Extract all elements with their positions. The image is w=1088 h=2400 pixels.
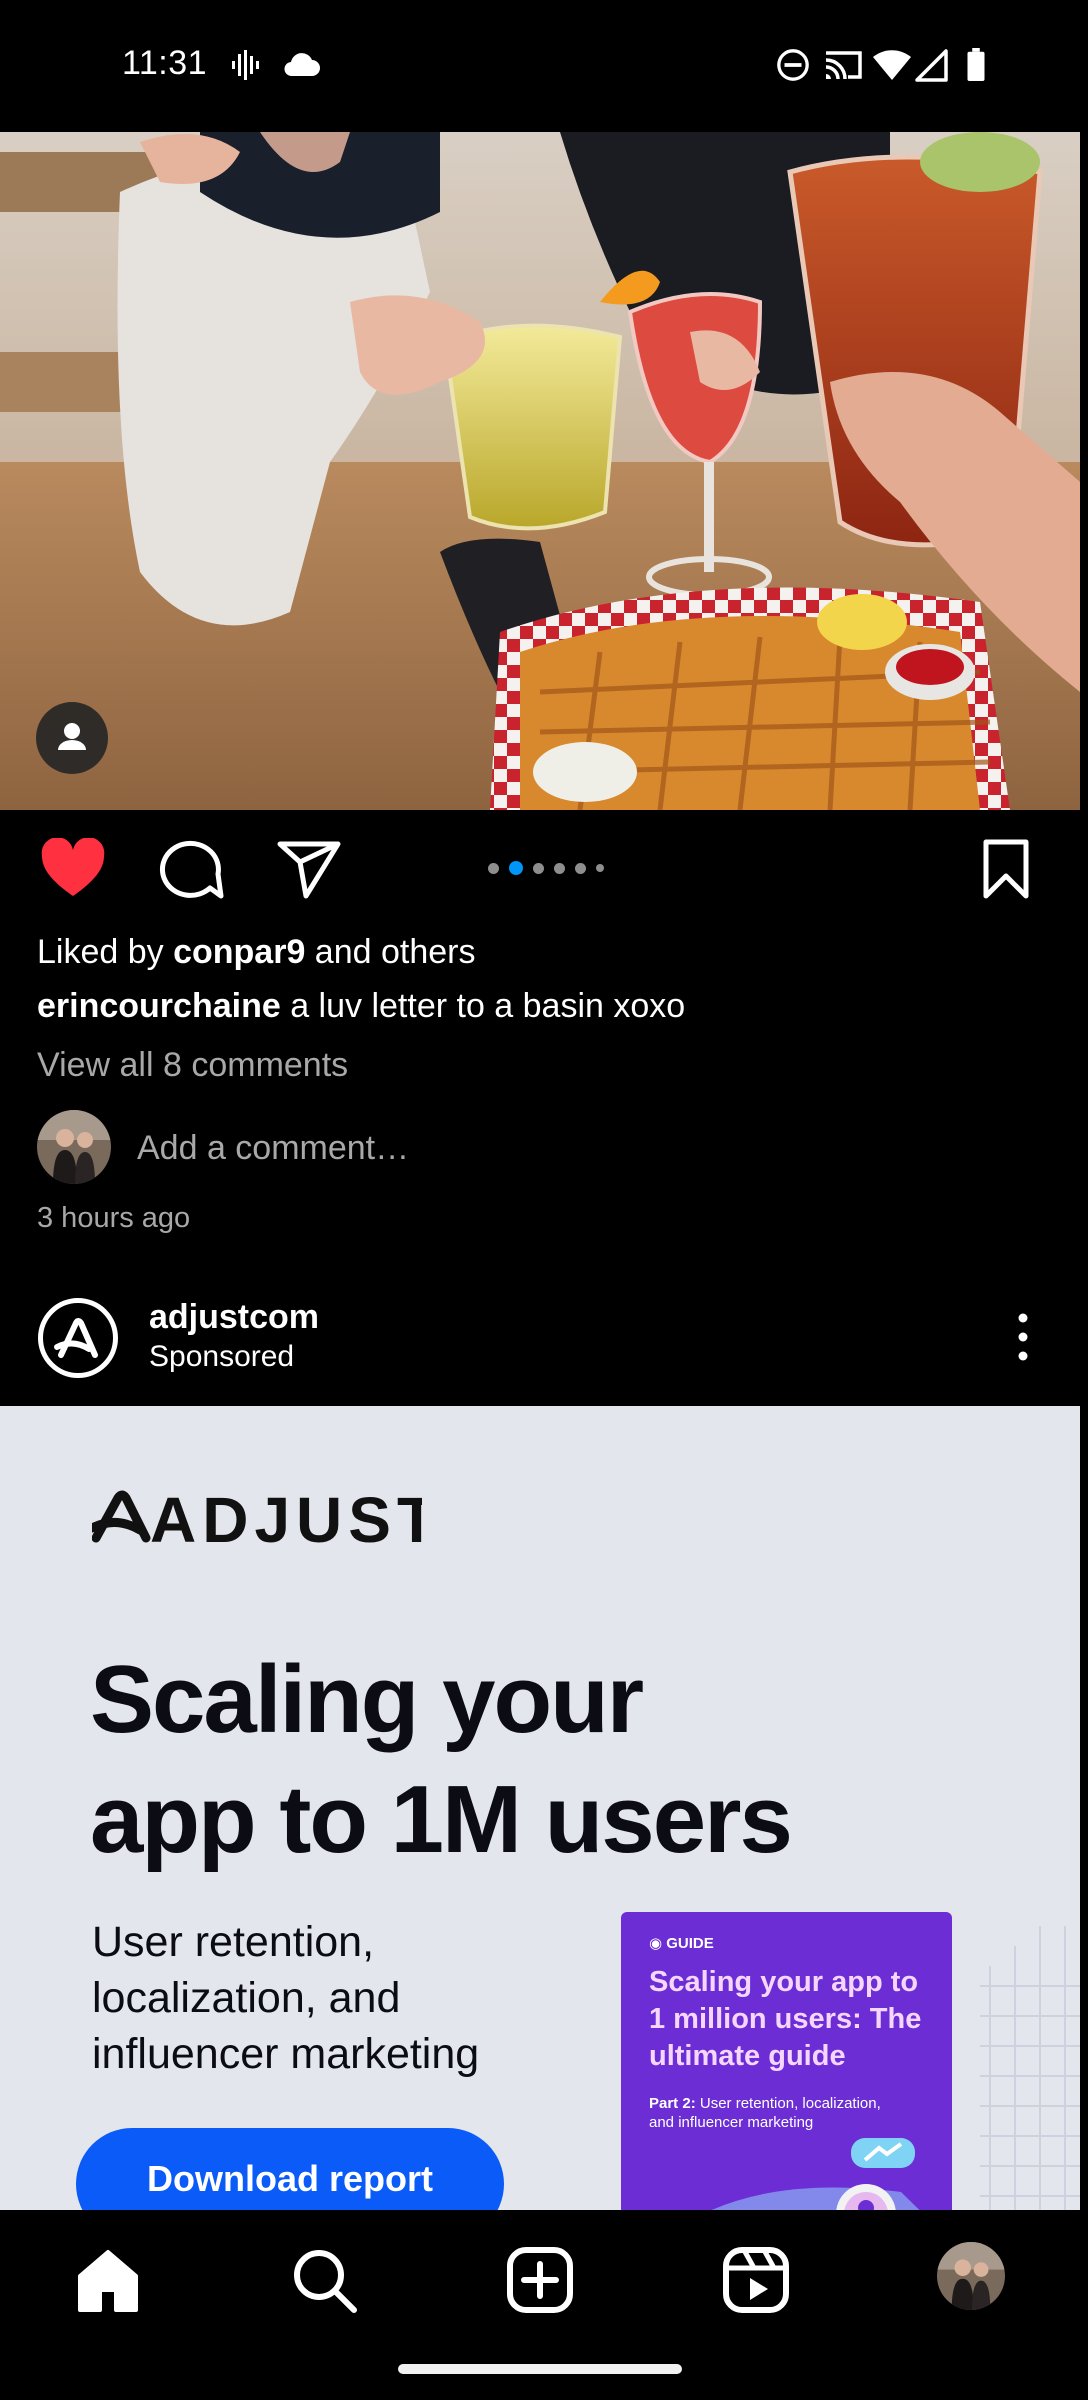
ad-subline-2: localization, and (92, 1974, 401, 2022)
carousel-dot-active (509, 861, 523, 875)
do-not-disturb-icon (777, 49, 809, 81)
like-heart-icon[interactable] (40, 838, 106, 900)
battery-icon (967, 48, 985, 82)
home-gesture-bar[interactable] (398, 2364, 682, 2374)
home-icon[interactable] (72, 2244, 144, 2316)
caption-line: erincourchaine a luv letter to a basin x… (37, 987, 685, 1026)
ad-account-name[interactable]: adjustcom (149, 1298, 319, 1337)
ad-subheadline: User retention, localization, and influe… (92, 1914, 612, 2082)
adjust-avatar[interactable] (38, 1298, 118, 1378)
status-bar: 11:31 (0, 0, 1088, 132)
liked-by-line: Liked by conpar9 and others (37, 933, 475, 972)
liked-by-suffix[interactable]: and others (305, 933, 476, 971)
signal-icon (915, 49, 948, 82)
share-send-icon[interactable] (276, 838, 342, 900)
comment-input[interactable]: Add a comment… (137, 1129, 409, 1168)
download-report-button[interactable]: Download report (76, 2128, 504, 2210)
liked-by-user[interactable]: conpar9 (173, 933, 305, 971)
guide-cover: ◉ GUIDE Scaling your app to 1 million us… (621, 1912, 952, 2210)
create-icon[interactable] (504, 2244, 576, 2316)
person-icon (58, 723, 86, 750)
ad-subline-3: influencer marketing (92, 2030, 480, 2078)
post-photo[interactable] (0, 132, 1080, 810)
wifi-icon (873, 50, 911, 80)
brand-text: ADJUST (150, 1488, 422, 1556)
adjust-brand-logo: ADJUST (87, 1484, 436, 1568)
comment-avatar (37, 1110, 111, 1184)
carousel-dot (554, 862, 565, 874)
grid-decoration (980, 1926, 1080, 2210)
user-tag-button[interactable] (36, 702, 108, 774)
ad-creative[interactable]: ADJUST Scaling your app to 1M users User… (0, 1406, 1080, 2210)
guide-title: Scaling your app to 1 million users: The… (649, 1966, 922, 2072)
bookmark-icon[interactable] (978, 838, 1034, 900)
ad-headline-line2: app to 1M users (90, 1766, 793, 1873)
voicemail-wave-icon (232, 50, 259, 80)
cloud-icon (284, 53, 320, 77)
reels-icon[interactable] (720, 2244, 792, 2316)
guide-tag-text: GUIDE (666, 1935, 714, 1952)
liked-by-prefix: Liked by (37, 933, 174, 971)
carousel-dot (575, 862, 586, 874)
adjust-wordmark-icon: ADJUST (87, 1484, 436, 1556)
profile-avatar[interactable] (937, 2242, 1005, 2310)
carousel-dot (533, 862, 544, 874)
status-time: 11:31 (122, 44, 208, 82)
sponsored-label: Sponsored (149, 1340, 295, 1373)
search-icon[interactable] (288, 2244, 360, 2316)
ad-subline-1: User retention, (92, 1918, 375, 1966)
view-comments-link[interactable]: View all 8 comments (37, 1046, 348, 1085)
carousel-dot (596, 864, 604, 872)
carousel-indicator (488, 861, 604, 875)
ad-headline-line1: Scaling your (90, 1646, 644, 1753)
ad-headline: Scaling your app to 1M users (90, 1640, 793, 1880)
caption-text: a luv letter to a basin xoxo (280, 987, 686, 1025)
guide-sub-bold: Part 2: (649, 2095, 696, 2112)
guide-illustration (711, 2138, 920, 2210)
comment-icon[interactable] (158, 838, 224, 900)
guide-tag: ◉ GUIDE (649, 1935, 714, 1952)
caption-username[interactable]: erincourchaine (37, 987, 281, 1025)
post-timestamp: 3 hours ago (37, 1202, 191, 1234)
guide-subtitle: Part 2: User retention, localization, an… (649, 2094, 909, 2132)
carousel-dot (488, 862, 499, 874)
adjust-logo-icon (54, 1318, 98, 1358)
cast-icon (825, 51, 862, 80)
more-options-icon[interactable] (1008, 1310, 1038, 1364)
